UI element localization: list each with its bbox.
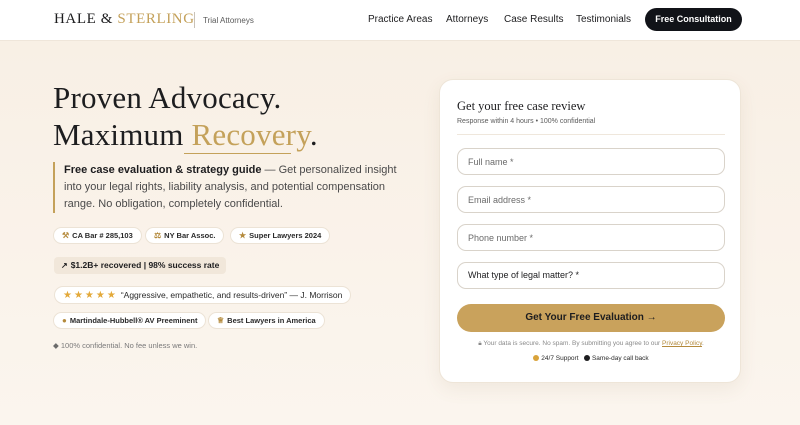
badge-super-lawyers: ★ Super Lawyers 2024 bbox=[230, 227, 331, 244]
testimonial-quote: “Aggressive, empathetic, and results-dri… bbox=[120, 290, 343, 300]
support-247: 24/7 Support bbox=[541, 355, 579, 362]
form-title: Get your free case review bbox=[457, 99, 586, 113]
lede-bold: Free case evaluation & strategy guide bbox=[64, 164, 262, 176]
logo[interactable]: HALE & STERLING bbox=[54, 11, 195, 28]
logo-divider bbox=[194, 12, 195, 28]
scales-icon: ⚖ bbox=[154, 231, 162, 240]
nav-attorneys[interactable]: Attorneys bbox=[446, 14, 488, 25]
support-callback: Same-day call back bbox=[591, 355, 649, 362]
hero-line2-suffix: . bbox=[309, 117, 318, 152]
award-best-lawyers: ♕ Best Lawyers in America bbox=[208, 312, 325, 329]
badge-ca-bar: ⚒ CA Bar # 285,103 bbox=[53, 227, 142, 244]
confidential-note: ◆ 100% confidential. No fee unless we wi… bbox=[53, 341, 197, 350]
badge-ny-bar: ⚖ NY Bar Assoc. bbox=[145, 227, 225, 244]
get-free-evaluation-button[interactable]: Get Your Free Evaluation → bbox=[457, 304, 725, 332]
form-subtitle: Response within 4 hours • 100% confident… bbox=[457, 118, 596, 125]
results-stat-text: $1.2B+ recovered | 98% success rate bbox=[70, 260, 220, 270]
chart-icon: ↗ bbox=[61, 261, 68, 270]
award-martindale-label: Martindale-Hubbell® AV Preeminent bbox=[69, 316, 198, 325]
hero-line2-prefix: Maximum bbox=[53, 117, 184, 152]
phone-callback-icon bbox=[583, 355, 590, 362]
five-star-rating-icon: ★★★★★ bbox=[63, 290, 118, 301]
case-review-form-card: Get your free case review Response withi… bbox=[439, 79, 741, 383]
full-name-field[interactable] bbox=[457, 148, 725, 175]
seal-icon: ● bbox=[62, 316, 67, 325]
hero-lede: Free case evaluation & strategy guide — … bbox=[53, 162, 413, 213]
hero-headline-line2: Maximum Recovery. bbox=[53, 117, 318, 153]
hero-line2-accent: Recovery bbox=[191, 117, 310, 152]
hero-headline-line1: Proven Advocacy. bbox=[53, 80, 282, 115]
logo-tagline: Trial Attorneys bbox=[203, 16, 254, 25]
nav-testimonials[interactable]: Testimonials bbox=[576, 14, 631, 25]
form-divider bbox=[457, 134, 725, 135]
secure-notice-text: Your data is secure. No spam. By submitt… bbox=[483, 340, 661, 347]
award-best-lawyers-label: Best Lawyers in America bbox=[227, 316, 316, 325]
testimonial-chip: ★★★★★ “Aggressive, empathetic, and result… bbox=[54, 286, 352, 304]
badge-super-lawyers-label: Super Lawyers 2024 bbox=[249, 231, 322, 240]
headline-accent-underline bbox=[184, 153, 291, 154]
lock-icon: 🔒︎ bbox=[478, 340, 482, 347]
shield-icon: ◆ bbox=[53, 341, 59, 350]
logo-name-part1: HALE & bbox=[54, 11, 114, 27]
confidential-note-text: 100% confidential. No fee unless we win. bbox=[60, 341, 198, 350]
site-header: HALE & STERLING Trial Attorneys Practice… bbox=[0, 0, 800, 41]
trophy-icon: ♕ bbox=[217, 316, 225, 325]
nav-case-results[interactable]: Case Results bbox=[504, 14, 563, 25]
award-martindale: ● Martindale-Hubbell® AV Preeminent bbox=[53, 312, 207, 329]
badge-ca-bar-label: CA Bar # 285,103 bbox=[72, 231, 133, 240]
badge-ny-bar-label: NY Bar Assoc. bbox=[164, 231, 216, 240]
phone-field[interactable] bbox=[457, 224, 725, 251]
nav-practice-areas[interactable]: Practice Areas bbox=[368, 14, 432, 25]
award-icon: ★ bbox=[239, 231, 247, 240]
privacy-policy-link[interactable]: Privacy Policy bbox=[662, 340, 702, 347]
secure-notice: 🔒︎ Your data is secure. No spam. By subm… bbox=[478, 340, 704, 347]
email-field[interactable] bbox=[457, 186, 725, 213]
results-stat: ↗ $1.2B+ recovered | 98% success rate bbox=[54, 257, 227, 274]
clock-icon bbox=[533, 355, 540, 362]
logo-name-part2: STERLING bbox=[117, 11, 195, 27]
free-consultation-button[interactable]: Free Consultation bbox=[645, 8, 742, 31]
gavel-icon: ⚒ bbox=[62, 231, 70, 240]
support-info: 24/7 Support Same-day call back bbox=[440, 355, 742, 362]
legal-matter-select[interactable]: What type of legal matter? * bbox=[457, 262, 725, 289]
